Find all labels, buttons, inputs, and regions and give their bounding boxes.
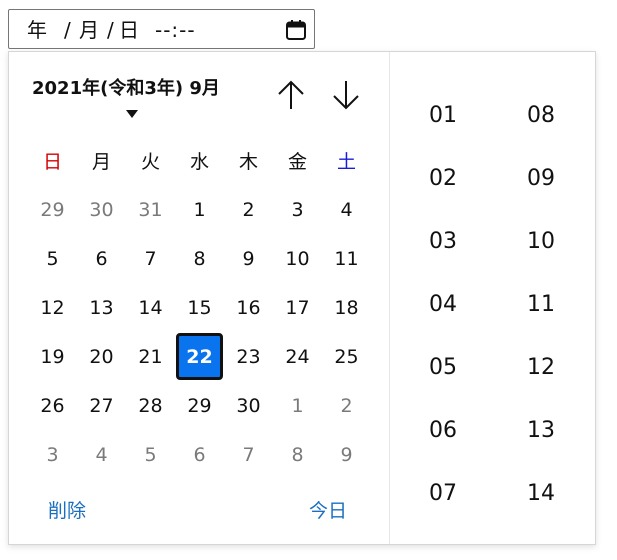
calendar-day[interactable]: 7 <box>224 430 273 479</box>
calendar-week-row: 29 30 31 1 2 3 4 <box>28 185 371 234</box>
calendar-day[interactable]: 9 <box>322 430 371 479</box>
calendar-day[interactable]: 12 <box>28 283 77 332</box>
month-year-title[interactable]: 2021年(令和3年) 9月 <box>32 74 220 100</box>
calendar-day[interactable]: 13 <box>77 283 126 332</box>
date-picker-popup: 2021年(令和3年) 9月 日 月 火 水 木 金 土 29 30 31 1 … <box>8 51 596 545</box>
calendar-week-row: 26 27 28 29 30 1 2 <box>28 381 371 430</box>
calendar-day[interactable]: 6 <box>77 234 126 283</box>
arrow-up-icon <box>278 80 304 109</box>
calendar-day[interactable]: 2 <box>224 185 273 234</box>
weekday-label: 日 <box>42 150 62 173</box>
calendar-day[interactable]: 10 <box>273 234 322 283</box>
calendar-day[interactable]: 17 <box>273 283 322 332</box>
day-segment[interactable]: 日 <box>119 19 139 41</box>
calendar-day[interactable]: 8 <box>175 234 224 283</box>
calendar-day[interactable]: 15 <box>175 283 224 332</box>
minute-option[interactable]: 11 <box>511 273 571 336</box>
calendar-icon <box>286 20 306 40</box>
calendar-day[interactable]: 29 <box>28 185 77 234</box>
calendar-day[interactable]: 23 <box>224 332 273 381</box>
calendar-day[interactable]: 5 <box>28 234 77 283</box>
month-dropdown-caret-icon[interactable] <box>126 110 138 118</box>
calendar-day[interactable]: 24 <box>273 332 322 381</box>
calendar-day[interactable]: 20 <box>77 332 126 381</box>
hour-column[interactable]: 01 02 03 04 05 06 07 <box>413 84 473 525</box>
weekday-label: 木 <box>238 150 258 173</box>
calendar-day[interactable]: 3 <box>28 430 77 479</box>
calendar-day[interactable]: 8 <box>273 430 322 479</box>
calendar-day[interactable]: 31 <box>126 185 175 234</box>
weekday-header-row: 日 月 火 水 木 金 土 <box>28 135 371 185</box>
hour-option[interactable]: 05 <box>413 336 473 399</box>
calendar-day[interactable]: 14 <box>126 283 175 332</box>
calendar-picker-button[interactable] <box>282 16 310 44</box>
hour-option[interactable]: 04 <box>413 273 473 336</box>
calendar-day[interactable]: 25 <box>322 332 371 381</box>
calendar-day[interactable]: 7 <box>126 234 175 283</box>
calendar-day[interactable]: 16 <box>224 283 273 332</box>
weekday-label: 水 <box>189 150 209 173</box>
minute-option[interactable]: 09 <box>511 147 571 210</box>
hour-option[interactable]: 07 <box>413 462 473 525</box>
calendar-day[interactable]: 30 <box>224 381 273 430</box>
hour-option[interactable]: 01 <box>413 84 473 147</box>
arrow-down-icon <box>333 81 359 110</box>
calendar-day[interactable]: 28 <box>126 381 175 430</box>
calendar-grid: 日 月 火 水 木 金 土 29 30 31 1 2 3 4 5 6 7 8 9… <box>28 135 371 479</box>
calendar-day[interactable]: 19 <box>28 332 77 381</box>
calendar-day[interactable]: 29 <box>175 381 224 430</box>
date-separator: / <box>64 18 71 42</box>
next-month-button[interactable] <box>329 78 363 112</box>
calendar-day[interactable]: 26 <box>28 381 77 430</box>
calendar-day[interactable]: 30 <box>77 185 126 234</box>
weekday-label: 月 <box>91 150 111 173</box>
weekday-label: 金 <box>287 150 307 173</box>
minute-option[interactable]: 10 <box>511 210 571 273</box>
calendar-week-row: 12 13 14 15 16 17 18 <box>28 283 371 332</box>
today-button[interactable]: 今日 <box>309 496 347 523</box>
previous-month-button[interactable] <box>274 78 308 112</box>
hour-option[interactable]: 03 <box>413 210 473 273</box>
calendar-day[interactable]: 18 <box>322 283 371 332</box>
minute-column[interactable]: 08 09 10 11 12 13 14 <box>511 84 571 525</box>
datetime-input[interactable]: 年 / 月 / 日 --:-- <box>8 9 315 49</box>
year-segment[interactable]: 年 <box>27 19 47 41</box>
calendar-week-row: 5 6 7 8 9 10 11 <box>28 234 371 283</box>
calendar-day[interactable]: 3 <box>273 185 322 234</box>
calendar-day[interactable]: 1 <box>175 185 224 234</box>
calendar-day[interactable]: 6 <box>175 430 224 479</box>
minute-option[interactable]: 13 <box>511 399 571 462</box>
weekday-label: 土 <box>336 150 356 173</box>
calendar-day[interactable]: 2 <box>322 381 371 430</box>
month-segment[interactable]: 月 <box>79 19 99 41</box>
time-segment[interactable]: --:-- <box>155 19 196 41</box>
calendar-day[interactable]: 27 <box>77 381 126 430</box>
calendar-day[interactable]: 5 <box>126 430 175 479</box>
calendar-day[interactable]: 21 <box>126 332 175 381</box>
calendar-day[interactable]: 11 <box>322 234 371 283</box>
calendar-week-row: 19 20 21 22 23 24 25 <box>28 332 371 381</box>
minute-option[interactable]: 14 <box>511 462 571 525</box>
hour-option[interactable]: 02 <box>413 147 473 210</box>
clear-button[interactable]: 削除 <box>48 496 86 523</box>
popup-divider <box>389 52 390 544</box>
calendar-week-row: 3 4 5 6 7 8 9 <box>28 430 371 479</box>
calendar-day[interactable]: 4 <box>322 185 371 234</box>
weekday-label: 火 <box>140 150 160 173</box>
calendar-day[interactable]: 4 <box>77 430 126 479</box>
calendar-day[interactable]: 1 <box>273 381 322 430</box>
minute-option[interactable]: 08 <box>511 84 571 147</box>
hour-option[interactable]: 06 <box>413 399 473 462</box>
calendar-day[interactable]: 9 <box>224 234 273 283</box>
minute-option[interactable]: 12 <box>511 336 571 399</box>
calendar-day-selected[interactable]: 22 <box>176 333 223 380</box>
date-separator: / <box>107 18 114 42</box>
